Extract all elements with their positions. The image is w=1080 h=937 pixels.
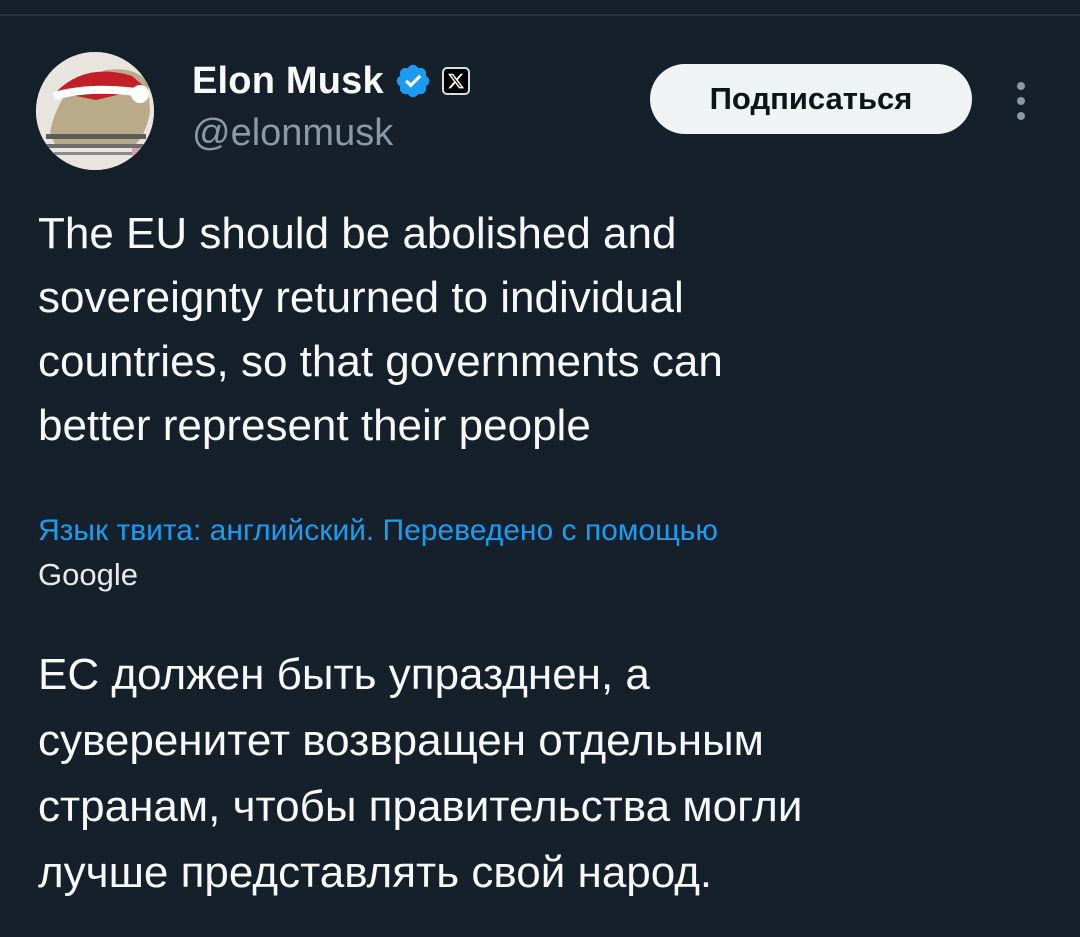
subscribe-button[interactable]: Подписаться [650, 64, 972, 134]
translation-provider: Google [38, 557, 138, 592]
x-logo-icon [441, 67, 470, 95]
top-divider [0, 14, 1080, 16]
tweet-text: The EU should be abolished and sovereign… [38, 209, 723, 450]
translated-tweet-text: ЕС должен быть упразднен, а суверенитет … [38, 650, 803, 897]
more-dot [1017, 82, 1025, 90]
more-dot [1017, 112, 1025, 120]
translation-note-link[interactable]: Язык твита: английский. Переведено с пом… [38, 508, 718, 554]
author-handle[interactable]: @elonmusk [192, 112, 393, 155]
verified-badge-icon [396, 64, 430, 98]
more-dot [1017, 97, 1025, 105]
avatar[interactable] [36, 52, 154, 170]
author-name-row[interactable]: Elon Musk [192, 58, 470, 104]
author-name[interactable]: Elon Musk [192, 60, 384, 103]
more-vertical-icon[interactable] [1004, 74, 1038, 128]
avatar-image [36, 52, 154, 170]
